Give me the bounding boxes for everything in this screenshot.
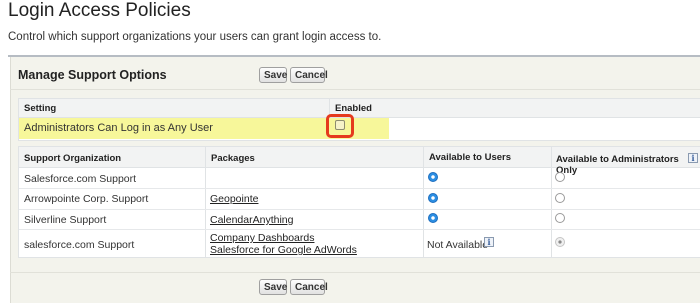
admins-radio-salesforce[interactable] xyxy=(555,172,565,182)
package-link[interactable]: Salesforce for Google AdWords xyxy=(210,244,357,256)
row-org-name: Salesforce.com Support xyxy=(24,173,137,185)
cancel-button-bottom[interactable]: Cancel xyxy=(290,279,328,295)
admin-login-enabled-checkbox[interactable] xyxy=(335,120,345,130)
panel-header-divider xyxy=(10,89,700,90)
cancel-button-top[interactable]: Cancel xyxy=(290,67,328,83)
header-available-admins: Available to Administrators Only xyxy=(556,154,679,176)
row-org-name: salesforce.com Support xyxy=(24,239,135,251)
column-divider xyxy=(423,147,424,257)
panel-title: Manage Support Options xyxy=(18,68,167,82)
admins-radio-silverline[interactable] xyxy=(555,213,565,223)
page-description: Control which support organizations your… xyxy=(8,31,382,43)
row-divider xyxy=(19,188,700,189)
admins-radio-arrowpointe[interactable] xyxy=(555,193,565,203)
support-table: Support Organization Packages Available … xyxy=(18,146,700,258)
users-radio-silverline[interactable] xyxy=(428,213,438,223)
users-radio-salesforce[interactable] xyxy=(428,172,438,182)
row-org-name: Silverline Support xyxy=(24,214,107,226)
users-radio-arrowpointe[interactable] xyxy=(428,193,438,203)
info-icon[interactable]: i xyxy=(688,153,698,163)
header-setting: Setting xyxy=(24,103,57,114)
admins-radio-salesforce-disabled xyxy=(555,237,565,247)
info-icon[interactable]: i xyxy=(484,237,494,247)
save-button-bottom[interactable]: Save xyxy=(259,279,287,295)
package-link[interactable]: Geopointe xyxy=(210,193,258,205)
row-divider xyxy=(19,229,700,230)
package-link[interactable]: Company Dashboards xyxy=(210,232,314,244)
row-divider xyxy=(19,209,700,210)
save-button-top[interactable]: Save xyxy=(259,67,287,83)
header-support-organization: Support Organization xyxy=(24,153,122,164)
not-available-text: Not Available xyxy=(427,239,489,251)
panel-footer-divider xyxy=(10,272,700,273)
row-org-name: Arrowpointe Corp. Support xyxy=(24,193,149,205)
setting-label: Administrators Can Log in as Any User xyxy=(24,122,213,134)
settings-header: Setting Enabled xyxy=(19,99,700,118)
package-link[interactable]: CalendarAnything xyxy=(210,214,293,226)
column-divider xyxy=(551,147,552,257)
header-available-users: Available to Users xyxy=(429,152,512,163)
settings-table: Setting Enabled Administrators Can Log i… xyxy=(18,98,700,141)
column-divider xyxy=(205,147,206,257)
header-enabled: Enabled xyxy=(335,103,372,114)
page-title: Login Access Policies xyxy=(8,0,191,21)
header-packages: Packages xyxy=(211,153,255,164)
support-header: Support Organization Packages Available … xyxy=(19,147,700,176)
